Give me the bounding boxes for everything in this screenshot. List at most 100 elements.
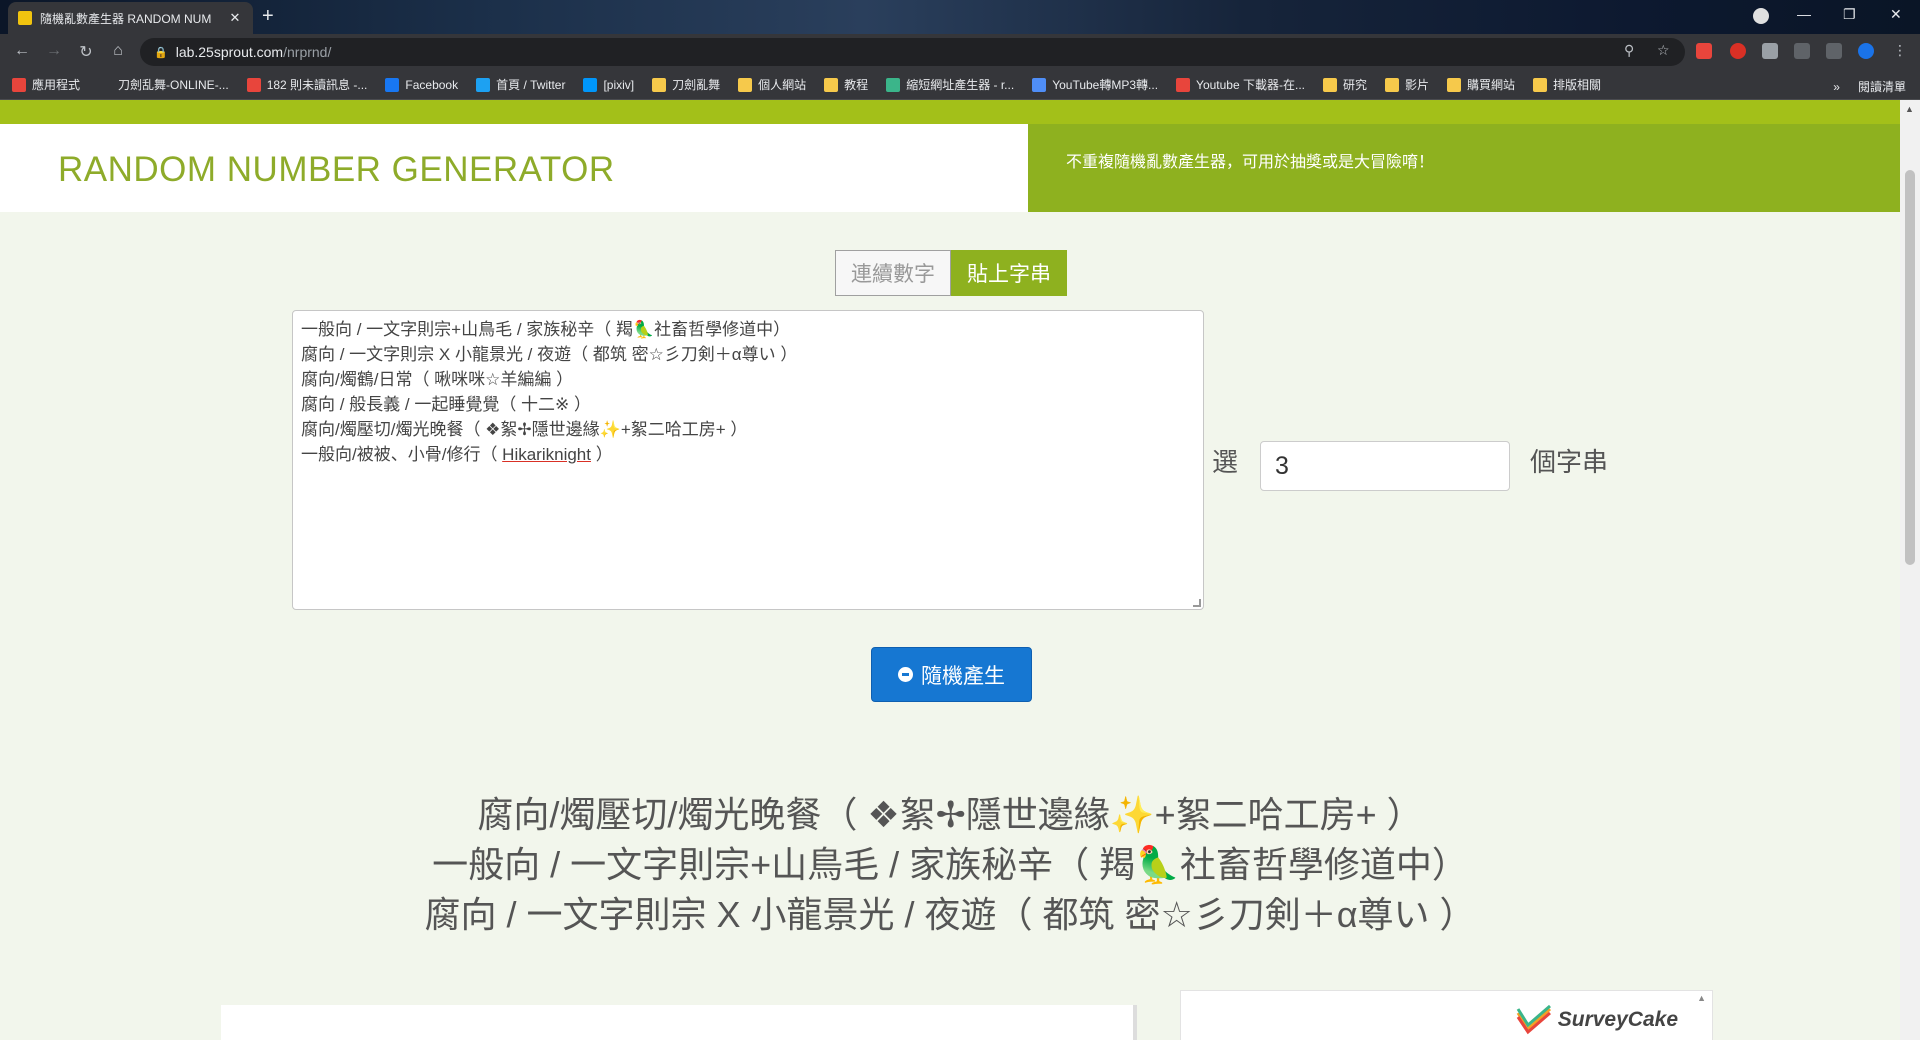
- bookmarks-bar: 應用程式 刀劍乱舞-ONLINE-... 182 則未讀訊息 -... Faceboo…: [0, 70, 1920, 100]
- textarea-line-text: 一般向/被被、小骨/修行（: [301, 445, 503, 464]
- bookmark-item[interactable]: 首頁 / Twitter: [476, 76, 565, 93]
- bookmark-item[interactable]: 教程: [824, 76, 868, 93]
- bookmark-icon: [652, 77, 667, 92]
- restore-icon[interactable]: ❐: [1843, 6, 1856, 23]
- textarea-line: 腐向 / 一文字則宗 X 小龍景光 / 夜遊（ 都筑 密☆彡刀剣＋α尊い ）: [301, 345, 798, 364]
- bookmark-item[interactable]: 應用程式: [12, 76, 80, 93]
- page-scrollbar[interactable]: ▲: [1900, 100, 1920, 1040]
- adblock-extension-icon[interactable]: [1730, 43, 1746, 59]
- reading-list[interactable]: 閱讀清單: [1858, 80, 1906, 94]
- bookmark-icon: [1323, 77, 1337, 92]
- strings-textarea[interactable]: 一般向 / 一文字則宗+山鳥毛 / 家族秘辛（ 羯🦜社畜哲學修道中） 腐向 / …: [292, 310, 1204, 610]
- bookmark-icon: [246, 77, 261, 92]
- profile-avatar[interactable]: [1858, 43, 1874, 59]
- chevron-more-icon[interactable]: »: [1833, 80, 1840, 94]
- bookmark-icon: [476, 77, 491, 92]
- ad-panel-right[interactable]: SurveyCake ▲: [1180, 990, 1713, 1040]
- bookmark-icon: [1447, 77, 1462, 92]
- address-bar[interactable]: 🔒 lab.25sprout.com /nrprnd/: [140, 38, 1685, 66]
- bookmark-label: 教程: [844, 78, 869, 92]
- bookmark-label: [pixiv]: [603, 77, 635, 92]
- page-viewport: RANDOM NUMBER GENERATOR 不重複隨機亂數產生器，可用於抽獎…: [0, 100, 1900, 1040]
- bookmark-item[interactable]: Youtube 下載器-在...: [1176, 76, 1305, 93]
- bookmark-icon: [1533, 77, 1548, 92]
- bookmarks-overflow[interactable]: » 閱讀清單: [1833, 78, 1906, 95]
- bookmark-label: 排版相關: [1553, 78, 1602, 92]
- bookmark-icon: [1032, 77, 1047, 92]
- result-item: 腐向/燭壓切/燭光晚餐（ ❖絮✢隱世邊緣✨+絮二哈工房+ ）: [477, 794, 1423, 835]
- bookmark-label: 首頁 / Twitter: [496, 78, 566, 92]
- browser-tab-strip: 隨機亂數產生器 RANDOM NUM ✕ + — ❐ ✕: [0, 0, 1920, 34]
- textarea-line: 一般向 / 一文字則宗+山鳥毛 / 家族秘辛（ 羯🦜社畜哲學修道中）: [301, 320, 791, 339]
- top-accent-bar: [0, 100, 1900, 124]
- bookmark-icon: [98, 77, 113, 92]
- home-icon[interactable]: ⌂: [108, 42, 128, 60]
- bookmark-item[interactable]: 影片: [1385, 76, 1429, 93]
- bookmark-item[interactable]: 購買網站: [1447, 76, 1515, 93]
- reload-icon[interactable]: ↻: [76, 42, 96, 62]
- generate-button[interactable]: 隨機產生: [871, 647, 1032, 702]
- bookmark-icon: [738, 77, 753, 92]
- bookmark-label: 刀劍亂舞: [672, 78, 721, 92]
- bookmark-item[interactable]: 個人網站: [738, 76, 806, 93]
- select-suffix-label: 個字串: [1530, 447, 1609, 477]
- bookmark-label: 縮短網址產生器 - r...: [906, 78, 1015, 92]
- tab-paste-strings[interactable]: 貼上字串: [951, 250, 1067, 296]
- browser-tab[interactable]: 隨機亂數產生器 RANDOM NUM ✕: [8, 2, 253, 34]
- scroll-thumb[interactable]: [1905, 170, 1915, 565]
- bookmark-item[interactable]: 刀劍亂舞: [652, 76, 720, 93]
- bookmark-label: 影片: [1405, 78, 1430, 92]
- textarea-line: 腐向/燭壓切/燭光晚餐（ ❖絮✢隱世邊緣✨+絮二哈工房+ ）: [301, 420, 748, 439]
- count-input[interactable]: 3: [1260, 441, 1510, 491]
- mode-switch: 連續數字 貼上字串: [835, 250, 1067, 296]
- result-item: 腐向 / 一文字則宗 X 小龍景光 / 夜遊（ 都筑 密☆彡刀剣＋α尊い ）: [424, 894, 1476, 935]
- page-tagline: 不重複隨機亂數產生器，可用於抽獎或是大冒險唷！: [1066, 154, 1435, 171]
- textarea-line-tail: ）: [590, 445, 613, 464]
- resize-handle[interactable]: [1193, 599, 1201, 607]
- bookmark-item[interactable]: YouTube轉MP3轉...: [1032, 76, 1158, 93]
- puzzle-extensions-icon[interactable]: [1826, 43, 1842, 59]
- bookmark-icon: [824, 77, 839, 92]
- tab-sequential-numbers[interactable]: 連續數字: [835, 250, 951, 296]
- forward-icon[interactable]: →: [44, 42, 64, 60]
- surveycake-icon: [1516, 1005, 1551, 1035]
- bookmark-label: 182 則未讀訊息 -...: [266, 78, 368, 92]
- surveycake-brand: SurveyCake: [1557, 1008, 1678, 1031]
- bookmark-item[interactable]: Facebook: [385, 77, 458, 92]
- url-host: lab.25sprout.com: [175, 44, 284, 60]
- bookmark-item[interactable]: 排版相關: [1533, 76, 1601, 93]
- favicon-icon: [18, 11, 32, 25]
- results-list: 腐向/燭壓切/燭光晚餐（ ❖絮✢隱世邊緣✨+絮二哈工房+ ） 一般向 / 一文字…: [0, 790, 1900, 940]
- cursor-extension-icon[interactable]: [1794, 43, 1810, 59]
- url-path: /nrprnd/: [283, 44, 332, 60]
- bookmark-item[interactable]: [pixiv]: [583, 77, 635, 92]
- minimize-icon[interactable]: —: [1797, 6, 1811, 22]
- bookmark-icon: [583, 77, 598, 92]
- zoom-icon[interactable]: ⚲: [1624, 42, 1634, 59]
- tab-search-icon[interactable]: [1753, 8, 1769, 24]
- pdf-extension-icon[interactable]: [1696, 43, 1712, 59]
- ad-scroll-up-icon[interactable]: ▲: [1697, 993, 1706, 1003]
- page-title: RANDOM NUMBER GENERATOR: [58, 150, 615, 189]
- bookmark-label: Youtube 下載器-在...: [1196, 78, 1305, 92]
- grid-extension-icon[interactable]: [1762, 43, 1778, 59]
- bookmark-item[interactable]: 182 則未讀訊息 -...: [246, 76, 368, 93]
- result-item: 一般向 / 一文字則宗+山鳥毛 / 家族秘辛（ 羯🦜社畜哲學修道中）: [432, 844, 1468, 885]
- bookmark-item[interactable]: 刀劍乱舞-ONLINE-...: [98, 76, 229, 93]
- tab-title: 隨機亂數產生器 RANDOM NUM: [40, 11, 212, 26]
- bookmark-label: 個人網站: [758, 78, 807, 92]
- bookmark-item[interactable]: 研究: [1323, 76, 1367, 93]
- tab-close-icon[interactable]: ✕: [227, 10, 243, 26]
- bookmark-item[interactable]: 縮短網址產生器 - r...: [886, 76, 1014, 93]
- bookmark-star-icon[interactable]: ☆: [1657, 42, 1670, 59]
- menu-dots-icon[interactable]: ⋮: [1893, 42, 1907, 59]
- bookmark-label: 刀劍乱舞-ONLINE-...: [118, 78, 229, 92]
- ad-panel-left: [221, 1005, 1137, 1040]
- spellcheck-word: Hikariknight: [502, 445, 591, 464]
- textarea-line: 腐向/燭鶴/日常（ 啾咪咪☆羊編編 ）: [301, 370, 574, 389]
- new-tab-button[interactable]: +: [262, 6, 274, 26]
- back-icon[interactable]: ←: [12, 42, 32, 60]
- bookmark-icon: [1385, 77, 1400, 92]
- scroll-up-icon[interactable]: ▲: [1905, 104, 1914, 114]
- window-close-icon[interactable]: ✕: [1890, 6, 1902, 23]
